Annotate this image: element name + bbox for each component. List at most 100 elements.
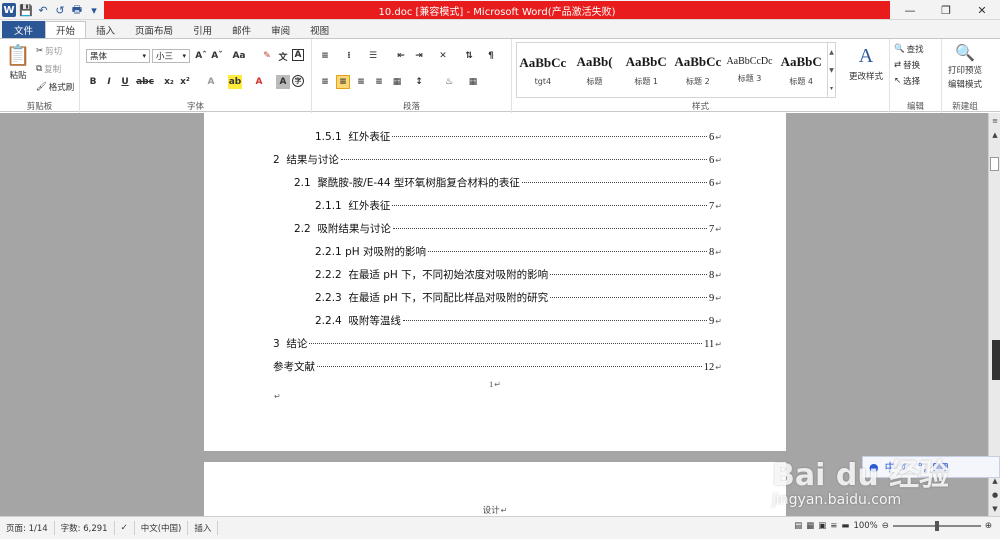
web-layout-icon[interactable]: ▣ (818, 521, 826, 531)
char-shading-button[interactable]: A (276, 75, 290, 89)
document-page[interactable]: 1.5.1 红外表征 6 ↵ 2 结果与讨论 6 ↵ 2.1 聚酰胺-胺/E-44 型环… (204, 113, 786, 451)
print-preview-button[interactable]: 🔍 打印预览 编辑模式 (944, 43, 986, 90)
toc-entry[interactable]: 2.1 聚酰胺-胺/E-44 型环氧树脂复合材料的表征 6 ↵ (294, 175, 722, 190)
undo-icon[interactable]: ↶ (36, 3, 50, 17)
maximize-icon[interactable]: ❐ (928, 0, 964, 20)
ime-mode-icon[interactable]: 中 (885, 459, 896, 475)
draft-icon[interactable]: ▬ (841, 521, 849, 531)
scroll-up-icon[interactable]: ▲ (989, 129, 1000, 141)
toc-entry[interactable]: 2.2.1 pH 对吸附的影响 8 ↵ (315, 244, 722, 259)
distributed-button[interactable]: ▦ (390, 75, 404, 89)
paste-button[interactable]: 📋 粘贴 (6, 43, 31, 81)
decrease-indent-button[interactable]: ⇤ (394, 49, 408, 63)
bold-button[interactable]: B (86, 75, 100, 89)
side-panel-tab[interactable] (992, 340, 1000, 380)
phonetic-guide-button[interactable]: 文 (276, 49, 290, 63)
tab-home[interactable]: 开始 (45, 21, 87, 38)
document-area[interactable]: 1.5.1 红外表征 6 ↵ 2 结果与讨论 6 ↵ 2.1 聚酰胺-胺/E-44 型环… (0, 113, 988, 516)
replace-button[interactable]: ⇄ 替换 (894, 59, 920, 71)
chinese-layout-button[interactable]: ✕ (436, 49, 450, 63)
toc-entry[interactable]: 2.2.2 在最适 pH 下，不同初始浓度对吸附的影响 8 ↵ (315, 267, 722, 282)
tab-file[interactable]: 文件 (2, 21, 46, 38)
redo-icon[interactable]: ↺ (53, 3, 67, 17)
zoom-level[interactable]: 100% (853, 521, 877, 531)
tab-review[interactable]: 审阅 (261, 21, 300, 38)
spell-check-icon[interactable]: ✓ (115, 521, 135, 535)
justify-button[interactable]: ≡ (372, 75, 386, 89)
ime-keyboard-icon[interactable]: ⌨ (932, 461, 948, 474)
toc-entry[interactable]: 2.1.1 红外表征 7 ↵ (315, 198, 722, 213)
scrollbar-thumb[interactable] (990, 157, 999, 171)
find-button[interactable]: 🔍 查找 (894, 43, 924, 55)
clear-format-button[interactable]: ✎ (260, 49, 274, 63)
change-case-button[interactable]: Aa (232, 49, 246, 63)
style-tile[interactable]: AaBbC 标题 4 (775, 43, 827, 97)
shrink-font-button[interactable]: Aˇ (210, 49, 224, 63)
tab-page-layout[interactable]: 页面布局 (125, 21, 183, 38)
grow-font-button[interactable]: Aˆ (194, 49, 208, 63)
outline-icon[interactable]: ≡ (830, 521, 837, 531)
italic-button[interactable]: I (102, 75, 116, 89)
style-tile[interactable]: AaBbC 标题 1 (620, 43, 672, 97)
zoom-slider[interactable] (892, 521, 981, 531)
format-painter-button[interactable]: 🖌 格式刷 (36, 81, 74, 93)
sort-button[interactable]: ⇅ (462, 49, 476, 63)
toc-entry[interactable]: 1.5.1 红外表征 6 ↵ (315, 129, 722, 144)
tab-view[interactable]: 视图 (300, 21, 339, 38)
toc-entry[interactable]: 2.2.3 在最适 pH 下，不同配比样品对吸附的研究 9 ↵ (315, 290, 722, 305)
ruler-toggle-icon[interactable]: ≡ (989, 115, 1000, 127)
numbering-button[interactable]: ⁝ (342, 49, 356, 63)
highlight-button[interactable]: ab (228, 75, 242, 89)
cut-button[interactable]: ✂ 剪切 (36, 45, 62, 57)
font-color-button[interactable]: A (252, 75, 266, 89)
line-spacing-button[interactable]: ↕ (412, 75, 426, 89)
tab-insert[interactable]: 插入 (86, 21, 125, 38)
style-tile[interactable]: AaBb(标题 (569, 43, 621, 97)
zoom-out-icon[interactable]: ⊖ (882, 521, 889, 531)
char-border-button[interactable]: A (292, 49, 304, 61)
next-page-icon[interactable]: ▼ (989, 503, 1000, 515)
change-styles-button[interactable]: A 更改样式 (848, 45, 884, 82)
scroll-down-icon[interactable]: ▼ (829, 67, 834, 74)
align-left-button[interactable]: ≡ (318, 75, 332, 89)
style-tile[interactable]: AaBbCc 标题 2 (672, 43, 724, 97)
shading-button[interactable]: ♨ (442, 75, 456, 89)
multilevel-list-button[interactable]: ☰ (366, 49, 380, 63)
zoom-slider-knob[interactable] (934, 521, 939, 531)
scroll-up-icon[interactable]: ▲ (829, 49, 834, 56)
toc-entry[interactable]: 2 结果与讨论 6 ↵ (273, 152, 722, 167)
close-icon[interactable]: ✕ (964, 0, 1000, 20)
ime-moon-icon[interactable]: ☾ (902, 461, 912, 474)
strikethrough-button[interactable]: abc (136, 75, 154, 89)
customize-qat-icon[interactable]: ▾ (87, 3, 101, 17)
show-marks-button[interactable]: ¶ (484, 49, 498, 63)
font-name-select[interactable]: 黑体 ▾ (86, 49, 150, 63)
page-count[interactable]: 页面: 1/14 (0, 521, 55, 535)
style-tile[interactable]: AaBbCcDc 标题 3 (724, 43, 776, 97)
document-page-2[interactable]: 设计↵ (204, 462, 786, 516)
ime-punct-icon[interactable]: °, (917, 461, 926, 474)
superscript-button[interactable]: x² (178, 75, 192, 89)
full-screen-icon[interactable]: ▦ (806, 521, 814, 531)
font-size-select[interactable]: 小三 ▾ (152, 49, 190, 63)
toc-entry[interactable]: 参考文献 12 ↵ (273, 359, 722, 374)
minimize-icon[interactable]: — (892, 0, 928, 20)
enclose-char-button[interactable]: 字 (292, 75, 304, 87)
toc-entry[interactable]: 2.2.4 吸附等温线 9 ↵ (315, 313, 722, 328)
more-styles-icon[interactable]: ▾ (830, 85, 833, 92)
align-right-button[interactable]: ≡ (354, 75, 368, 89)
print-layout-icon[interactable]: ▤ (794, 521, 802, 531)
browse-object-icon[interactable]: ● (989, 489, 1000, 501)
align-center-button[interactable]: ≡ (336, 75, 350, 89)
subscript-button[interactable]: x₂ (162, 75, 176, 89)
select-button[interactable]: ↖ 选择 (894, 75, 920, 87)
text-effects-button[interactable]: A (204, 75, 218, 89)
insert-mode[interactable]: 插入 (188, 521, 219, 535)
tab-references[interactable]: 引用 (183, 21, 222, 38)
word-icon[interactable]: W (2, 3, 16, 17)
print-preview-icon[interactable]: 🖶 (70, 3, 84, 17)
word-count[interactable]: 字数: 6,291 (55, 521, 115, 535)
increase-indent-button[interactable]: ⇥ (412, 49, 426, 63)
underline-button[interactable]: U (118, 75, 132, 89)
language[interactable]: 中文(中国) (135, 521, 189, 535)
